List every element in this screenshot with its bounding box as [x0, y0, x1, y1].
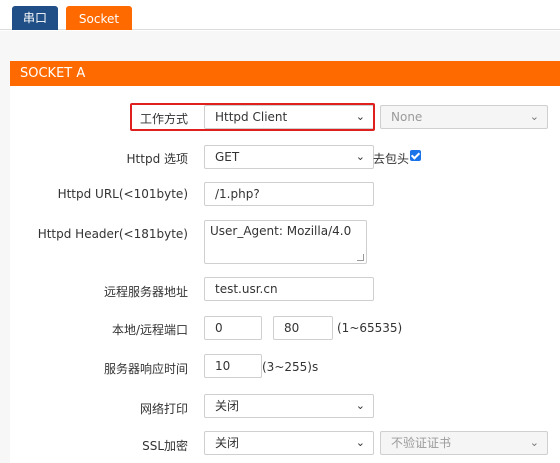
- remote-port-input[interactable]: 80: [273, 316, 333, 340]
- httpd-header-textarea[interactable]: User_Agent: Mozilla/4.0: [204, 220, 367, 264]
- httpd-option-select[interactable]: GET ⌄: [204, 145, 374, 169]
- ssl-cert-select[interactable]: 不验证证书 ⌄: [380, 431, 548, 455]
- httpd-header-label: Httpd Header(<181byte): [37, 227, 188, 241]
- chevron-down-icon: ⌄: [355, 150, 365, 163]
- work-mode-value: Httpd Client: [215, 110, 288, 124]
- work-mode-secondary-value: None: [391, 110, 423, 124]
- chevron-down-icon: ⌄: [529, 436, 539, 449]
- httpd-url-input[interactable]: /1.php?: [204, 182, 374, 206]
- response-time-input[interactable]: 10: [204, 354, 262, 378]
- net-print-value: 关闭: [215, 399, 240, 413]
- tab-socket[interactable]: Socket: [66, 6, 132, 30]
- chevron-down-icon: ⌄: [355, 110, 365, 123]
- chevron-down-icon: ⌄: [355, 436, 365, 449]
- section-header: SOCKET A: [10, 61, 560, 86]
- port-range-hint: (1~65535): [337, 321, 403, 335]
- response-time-hint: (3~255)s: [262, 360, 319, 374]
- net-print-label: 网络打印: [139, 402, 188, 416]
- ssl-cert-value: 不验证证书: [391, 436, 452, 450]
- httpd-url-label: Httpd URL(<101byte): [57, 187, 188, 201]
- httpd-option-label: Httpd 选项: [126, 152, 188, 166]
- work-mode-label: 工作方式: [139, 112, 188, 126]
- work-mode-select[interactable]: Httpd Client ⌄: [204, 105, 374, 129]
- response-time-label: 服务器响应时间: [103, 362, 188, 376]
- tab-bar: 串口 Socket: [0, 0, 560, 30]
- ssl-label: SSL加密: [142, 439, 188, 453]
- section-title: SOCKET A: [20, 66, 86, 81]
- chevron-down-icon: ⌄: [529, 110, 539, 123]
- strip-header-checkbox[interactable]: [410, 150, 421, 161]
- ssl-value: 关闭: [215, 436, 240, 450]
- httpd-header-value: User_Agent: Mozilla/4.0: [210, 224, 352, 238]
- strip-header-label: 去包头: [373, 152, 410, 166]
- remote-server-label: 远程服务器地址: [103, 285, 188, 299]
- local-port-input[interactable]: 0: [204, 316, 262, 340]
- chevron-down-icon: ⌄: [355, 399, 365, 412]
- resize-handle-icon[interactable]: [357, 254, 364, 261]
- tab-serial[interactable]: 串口: [12, 6, 58, 30]
- ports-label: 本地/远程端口: [111, 323, 188, 337]
- remote-server-input[interactable]: test.usr.cn: [204, 277, 374, 301]
- work-mode-secondary-select[interactable]: None ⌄: [380, 105, 548, 129]
- net-print-select[interactable]: 关闭 ⌄: [204, 394, 374, 418]
- ssl-select[interactable]: 关闭 ⌄: [204, 431, 374, 455]
- httpd-option-value: GET: [215, 150, 240, 164]
